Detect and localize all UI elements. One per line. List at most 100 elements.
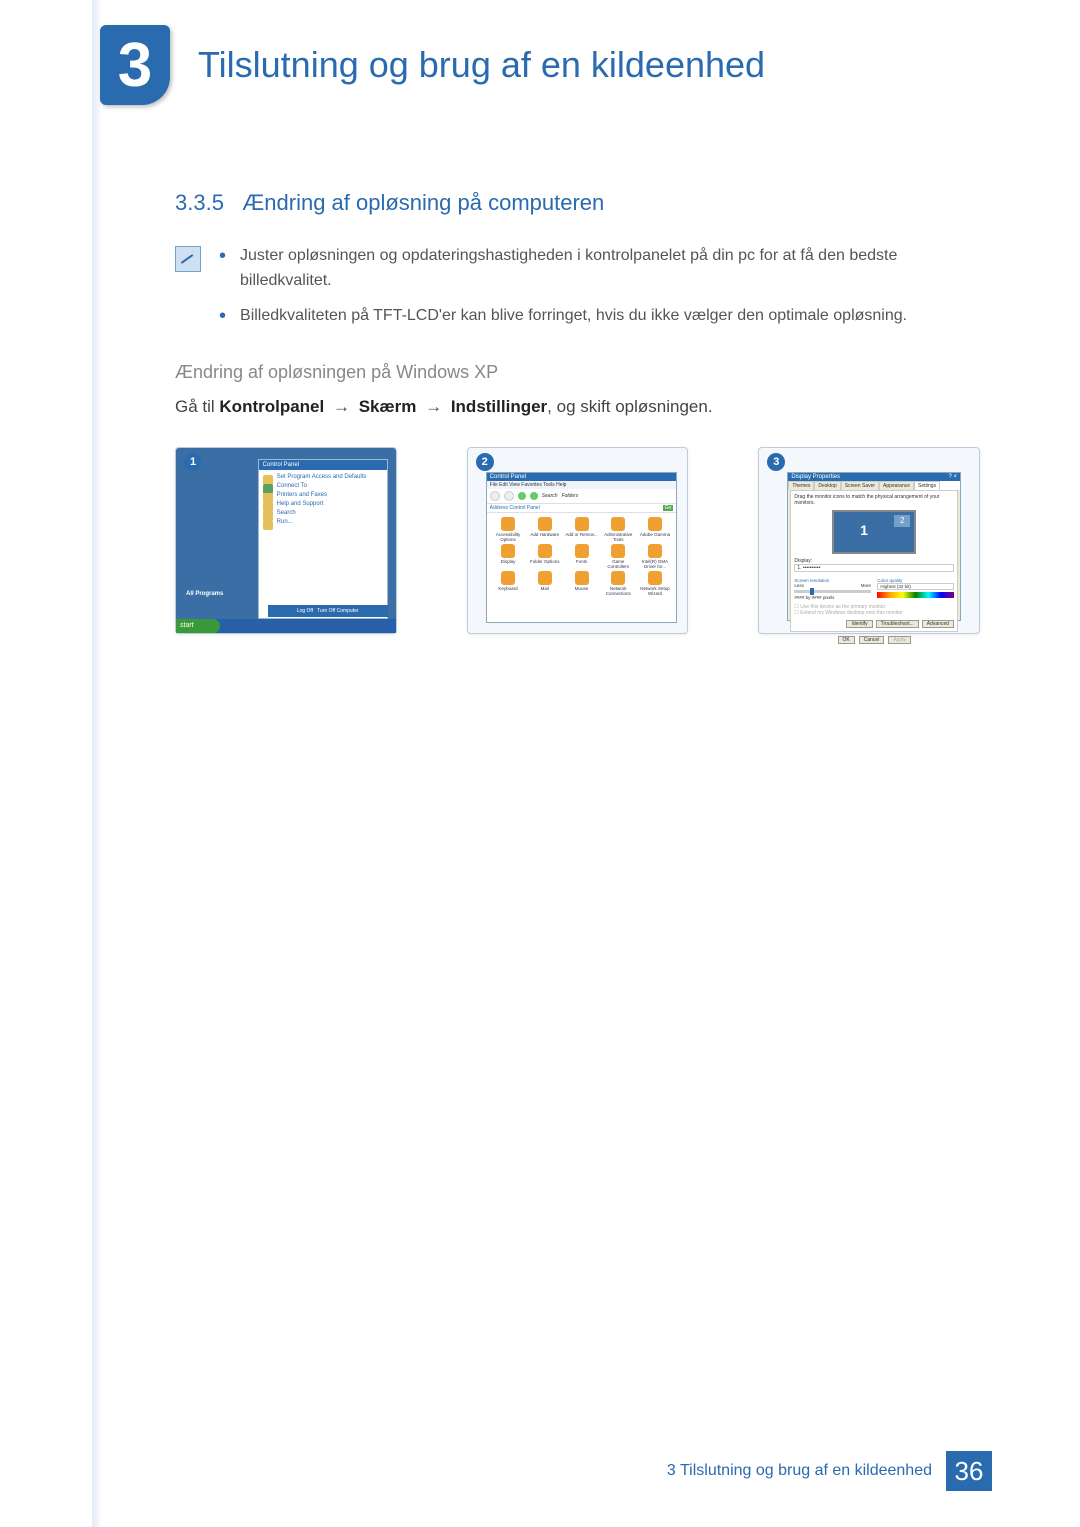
path-step-1: Kontrolpanel xyxy=(219,397,324,416)
turn-off-button: Turn Off Computer xyxy=(317,608,358,614)
control-panel-window: Control Panel File Edit View Favorites T… xyxy=(486,472,678,623)
checkbox-extend: ☐ Extend my Windows desktop onto this mo… xyxy=(794,610,954,616)
path-suffix: , og skift opløsningen. xyxy=(547,397,712,416)
screen-resolution-block: Screen resolution Less More #### by ####… xyxy=(794,578,871,600)
section-heading: 3.3.5 Ændring af opløsning på computeren xyxy=(175,190,980,216)
step-badge-1: 1 xyxy=(184,453,202,471)
start-menu-item: Help and Support xyxy=(263,501,383,507)
go-button: Go xyxy=(663,505,674,511)
color-dropdown: Highest (32 bit) xyxy=(877,583,954,590)
screenshot-start-menu: 1 Control Panel Set Program Access and D… xyxy=(175,447,397,634)
ok-button: OK xyxy=(838,636,855,644)
start-button: start xyxy=(176,619,220,633)
bullet-item: • Billedkvaliteten på TFT-LCD'er kan bli… xyxy=(219,304,980,329)
address-value: Control Panel xyxy=(509,505,539,511)
start-menu-header: Control Panel xyxy=(259,460,387,470)
resolution-slider xyxy=(794,590,871,593)
bullet-text: Juster opløsningen og opdateringshastigh… xyxy=(240,244,980,294)
cp-icon: Intel(R) GMA Driver for... xyxy=(638,544,673,569)
note-icon xyxy=(175,246,201,272)
res-more: More xyxy=(861,583,871,588)
cp-icon: Add or Remov... xyxy=(564,517,599,542)
monitor-preview: 1 2 xyxy=(832,510,916,554)
path-step-2: Skærm xyxy=(359,397,417,416)
cp-icon: Game Controllers xyxy=(601,544,636,569)
cp-icon: Fonts xyxy=(564,544,599,569)
folders-label: Folders xyxy=(562,493,579,499)
back-icon xyxy=(490,491,500,501)
cp-icon: Administrative Tools xyxy=(601,517,636,542)
apply-button: Apply xyxy=(888,636,911,644)
screenshot-row: 1 Control Panel Set Program Access and D… xyxy=(175,447,980,634)
dialog-mid-buttons: Identify Troubleshoot... Advanced xyxy=(794,620,954,628)
cp-icon: Adobe Gamma xyxy=(638,517,673,542)
cancel-button: Cancel xyxy=(859,636,885,644)
window-titlebar: Control Panel xyxy=(487,473,677,481)
checkbox-extend-label: Extend my Windows desktop onto this moni… xyxy=(800,610,903,616)
cp-icon: Display xyxy=(491,544,526,569)
start-menu-item: Connect To xyxy=(263,483,383,489)
subsection-heading: Ændring af opløsningen på Windows XP xyxy=(175,362,980,383)
drag-monitors-text: Drag the monitor icons to match the phys… xyxy=(794,494,954,506)
footer-chapter-ref: 3 Tilslutning og brug af en kildeenhed xyxy=(667,1462,932,1480)
step-badge-3: 3 xyxy=(767,453,785,471)
arrow-icon: → xyxy=(333,397,350,416)
dialog-title-text: Display Properties xyxy=(791,474,840,480)
cp-icon: Add Hardware xyxy=(527,517,562,542)
control-panel-icons-grid: Accessibility Options Add Hardware Add o… xyxy=(487,513,677,600)
bullet-text: Billedkvaliteten på TFT-LCD'er kan blive… xyxy=(240,304,907,329)
page-left-stripe xyxy=(92,0,100,1527)
page-content: 3.3.5 Ændring af opløsning på computeren… xyxy=(175,190,980,634)
bullet-item: • Juster opløsningen og opdateringshasti… xyxy=(219,244,980,294)
all-programs-label: All Programs xyxy=(186,591,223,597)
tab-screensaver: Screen Saver xyxy=(841,481,879,490)
cp-icon: Folder Options xyxy=(527,544,562,569)
start-menu-panel: Control Panel Set Program Access and Def… xyxy=(258,459,388,619)
navigation-path-instruction: Gå til Kontrolpanel → Skærm → Indstillin… xyxy=(175,397,980,417)
window-menubar: File Edit View Favorites Tools Help xyxy=(487,481,677,489)
tab-settings: Settings xyxy=(914,481,940,490)
note-bullets: • Juster opløsningen og opdateringshasti… xyxy=(219,244,980,338)
cp-icon: Mail xyxy=(527,571,562,596)
dialog-body: Drag the monitor icons to match the phys… xyxy=(790,490,958,632)
dialog-tabs: Themes Desktop Screen Saver Appearance S… xyxy=(788,481,960,490)
section-title: Ændring af opløsning på computeren xyxy=(242,190,604,215)
display-dropdown: 1. •••••••••• xyxy=(794,564,954,572)
cp-icon: Mouse xyxy=(564,571,599,596)
start-menu-item: Search xyxy=(263,510,383,516)
start-menu-footer: Log Off Turn Off Computer xyxy=(268,605,388,617)
monitor-2-label: 2 xyxy=(894,515,910,527)
up-icon xyxy=(518,492,526,500)
tab-appearance: Appearance xyxy=(879,481,914,490)
display-properties-dialog: Display Properties ? × Themes Desktop Sc… xyxy=(787,472,961,621)
path-prefix: Gå til xyxy=(175,397,219,416)
troubleshoot-button: Troubleshoot... xyxy=(876,620,919,628)
screenshot-control-panel: 2 Control Panel File Edit View Favorites… xyxy=(467,447,689,634)
dialog-titlebar: Display Properties ? × xyxy=(788,473,960,481)
start-menu-item: Run... xyxy=(263,519,383,525)
address-label: Address xyxy=(490,505,508,511)
cp-icon: Network Setup Wizard xyxy=(638,571,673,596)
tab-themes: Themes xyxy=(788,481,814,490)
advanced-button: Advanced xyxy=(922,620,954,628)
cp-icon: Accessibility Options xyxy=(491,517,526,542)
log-off-button: Log Off xyxy=(297,608,313,614)
cp-icon: Keyboard xyxy=(491,571,526,596)
search-label: Search xyxy=(542,493,558,499)
chapter-number-badge: 3 xyxy=(100,25,170,105)
resolution-value: #### by #### pixels xyxy=(794,595,871,600)
path-step-3: Indstillinger xyxy=(451,397,547,416)
dialog-footer-buttons: OK Cancel Apply xyxy=(788,636,960,644)
forward-icon xyxy=(504,491,514,501)
page-footer: 3 Tilslutning og brug af en kildeenhed 3… xyxy=(667,1451,992,1491)
section-number: 3.3.5 xyxy=(175,190,224,215)
identify-button: Identify xyxy=(846,620,872,628)
info-note: • Juster opløsningen og opdateringshasti… xyxy=(175,244,980,338)
bullet-dot-icon: • xyxy=(219,246,226,294)
page-number: 36 xyxy=(946,1451,992,1491)
screenshot-display-properties: 3 Display Properties ? × Themes Desktop … xyxy=(758,447,980,634)
search-icon xyxy=(530,492,538,500)
start-menu-item: Printers and Faxes xyxy=(263,492,383,498)
color-quality-block: Color quality Highest (32 bit) xyxy=(877,578,954,600)
arrow-icon: → xyxy=(425,397,442,416)
